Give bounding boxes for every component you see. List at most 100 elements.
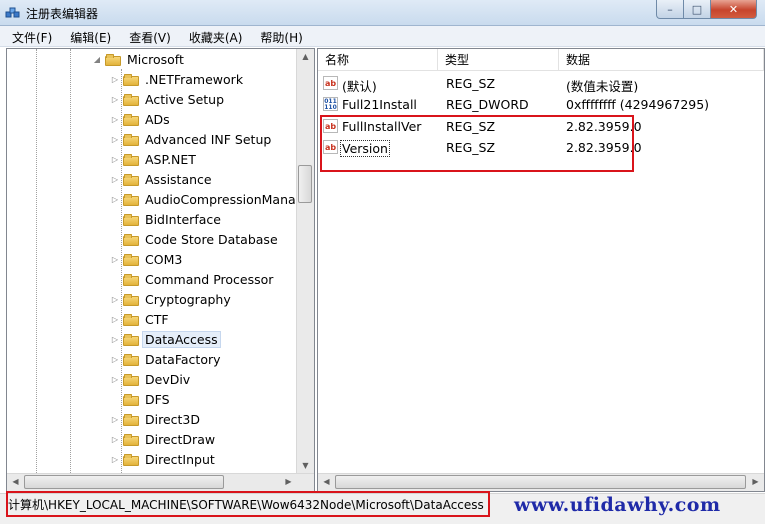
list-item[interactable]: ab (默认) REG_SZ (数值未设置)	[318, 74, 748, 94]
tree-node-label: AudioCompressionManag	[145, 191, 304, 207]
collapsed-arrow-icon[interactable]: ▷	[110, 455, 120, 464]
collapsed-arrow-icon[interactable]: ▷	[110, 75, 120, 84]
expanded-arrow-icon[interactable]: ◢	[92, 55, 102, 64]
scroll-left-arrow-icon[interactable]: ◀	[7, 477, 24, 486]
tree-node-label: DirectInput	[145, 451, 215, 467]
tree-node-label: ADs	[145, 111, 170, 127]
scroll-up-arrow-icon[interactable]: ▲	[297, 52, 314, 61]
folder-icon	[123, 433, 139, 446]
collapsed-arrow-icon[interactable]: ▷	[110, 175, 120, 184]
tree-guide-line	[36, 49, 37, 473]
folder-icon	[123, 453, 139, 466]
tree-node-label: COM3	[145, 251, 183, 267]
collapsed-arrow-icon[interactable]: ▷	[110, 315, 120, 324]
tree-node[interactable]: ▷ COM3	[110, 249, 182, 269]
tree-vertical-scrollbar[interactable]: ▲ ▼	[296, 49, 314, 473]
folder-icon	[123, 273, 139, 286]
menu-favorites[interactable]: 收藏夹(A)	[177, 26, 249, 46]
tree-node[interactable]: ▷ Cryptography	[110, 289, 231, 309]
folder-icon	[123, 253, 139, 266]
tree-guide-line	[70, 49, 71, 473]
tree-node[interactable]: Command Processor	[110, 269, 273, 289]
collapsed-arrow-icon[interactable]: ▷	[110, 375, 120, 384]
tree-node-dataaccess-selected[interactable]: ▷ DataAccess	[110, 329, 221, 349]
tree-node[interactable]: ▷ DataFactory	[110, 349, 221, 369]
tree-node[interactable]: ▷ DirectDraw	[110, 429, 215, 449]
folder-icon	[123, 113, 139, 126]
menu-edit[interactable]: 编辑(E)	[58, 26, 117, 46]
tree-node[interactable]: ▷ CTF	[110, 309, 169, 329]
minimize-button[interactable]: –	[656, 0, 684, 19]
window-title: 注册表编辑器	[26, 7, 99, 21]
tree-node-microsoft[interactable]: ◢ Microsoft	[92, 49, 184, 69]
scroll-right-arrow-icon[interactable]: ▶	[747, 477, 764, 486]
tree-node-label: ASP.NET	[145, 151, 196, 167]
collapsed-arrow-icon[interactable]: ▷	[110, 155, 120, 164]
menu-file[interactable]: 文件(F)	[0, 26, 58, 46]
collapsed-arrow-icon[interactable]: ▷	[110, 195, 120, 204]
column-header-type[interactable]: 类型	[438, 49, 559, 71]
tree-node[interactable]: ▷ ASP.NET	[110, 149, 196, 169]
tree-horizontal-scrollbar[interactable]: ◀ ▶	[7, 473, 314, 491]
tree-node[interactable]: ▷ .NETFramework	[110, 69, 243, 89]
value-name: Full21Install	[342, 97, 417, 112]
tree-node[interactable]: ▷ Direct3D	[110, 409, 200, 429]
menu-bar: 文件(F) 编辑(E) 查看(V) 收藏夹(A) 帮助(H)	[0, 26, 765, 47]
folder-icon	[123, 153, 139, 166]
tree-node[interactable]: ▷ Assistance	[110, 169, 212, 189]
tree-node-label: Active Setup	[145, 91, 225, 107]
tree-node-label: Advanced INF Setup	[145, 131, 272, 147]
tree-node[interactable]: ▷ Active Setup	[110, 89, 224, 109]
scroll-down-arrow-icon[interactable]: ▼	[297, 461, 314, 470]
list-horizontal-scroll-thumb[interactable]	[335, 475, 746, 489]
collapsed-arrow-icon[interactable]: ▷	[110, 255, 120, 264]
scroll-right-arrow-icon[interactable]: ▶	[280, 477, 297, 486]
folder-icon	[123, 313, 139, 326]
collapsed-arrow-icon[interactable]: ▷	[110, 115, 120, 124]
collapsed-arrow-icon[interactable]: ▷	[110, 295, 120, 304]
registry-tree[interactable]: ◢ Microsoft ▷ .NETFramework ▷ Active Setup…	[6, 48, 315, 492]
scroll-left-arrow-icon[interactable]: ◀	[318, 477, 335, 486]
column-header-data[interactable]: 数据	[559, 49, 764, 71]
tree-node[interactable]: ▷ AudioCompressionManag	[110, 189, 304, 209]
tree-vertical-scroll-thumb[interactable]	[298, 165, 312, 203]
window-controls: – □ ✕	[656, 0, 757, 19]
collapsed-arrow-icon[interactable]: ▷	[110, 335, 120, 344]
collapsed-arrow-icon[interactable]: ▷	[110, 435, 120, 444]
column-header-name[interactable]: 名称	[318, 49, 438, 71]
watermark: www.ufidawhy.com	[514, 494, 721, 516]
close-button[interactable]: ✕	[711, 0, 757, 19]
collapsed-arrow-icon[interactable]: ▷	[110, 355, 120, 364]
status-path: 计算机\HKEY_LOCAL_MACHINE\SOFTWARE\Wow6432N…	[6, 491, 490, 517]
tree-node[interactable]: Code Store Database	[110, 229, 278, 249]
maximize-icon: □	[691, 2, 703, 16]
menu-view[interactable]: 查看(V)	[117, 26, 177, 46]
list-item[interactable]: 011 110 Full21Install REG_DWORD 0xfffffff…	[318, 95, 748, 115]
list-horizontal-scrollbar[interactable]: ◀ ▶	[318, 473, 764, 491]
tree-node-label: DirectDraw	[145, 431, 216, 447]
tree-node-label: Command Processor	[145, 271, 274, 287]
tree-node[interactable]: ▷ Advanced INF Setup	[110, 129, 271, 149]
title-bar: 注册表编辑器 – □ ✕	[0, 0, 765, 26]
value-name: (默认)	[342, 79, 377, 94]
minimize-icon: –	[667, 2, 673, 16]
string-value-icon: ab	[323, 76, 338, 90]
menu-help[interactable]: 帮助(H)	[248, 26, 308, 46]
tree-horizontal-scroll-thumb[interactable]	[24, 475, 224, 489]
tree-node[interactable]: ▷ DirectInput	[110, 449, 215, 469]
tree-node[interactable]: ▷ ADs	[110, 109, 170, 129]
collapsed-arrow-icon[interactable]: ▷	[110, 135, 120, 144]
value-data: 0xffffffff (4294967295)	[566, 97, 710, 112]
folder-icon	[123, 393, 139, 406]
collapsed-arrow-icon[interactable]: ▷	[110, 95, 120, 104]
maximize-button[interactable]: □	[684, 0, 711, 19]
value-data: (数值未设置)	[566, 79, 639, 94]
tree-node[interactable]: ▷ DevDiv	[110, 369, 190, 389]
binary-value-icon: 011 110	[323, 97, 338, 111]
folder-icon	[123, 213, 139, 226]
tree-node[interactable]: BidInterface	[110, 209, 221, 229]
folder-icon	[123, 193, 139, 206]
collapsed-arrow-icon[interactable]: ▷	[110, 415, 120, 424]
value-type: REG_SZ	[446, 76, 496, 91]
tree-node[interactable]: DFS	[110, 389, 170, 409]
